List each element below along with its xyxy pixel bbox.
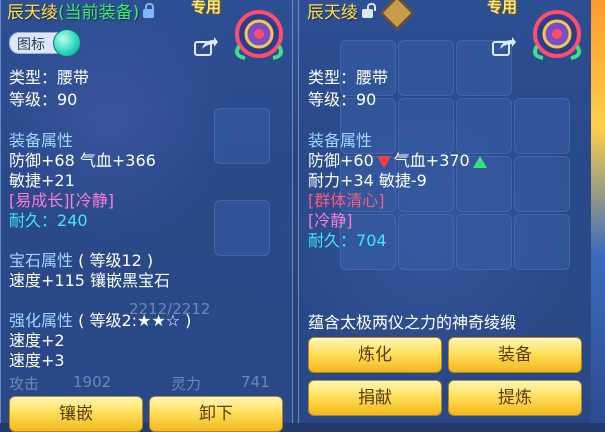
refine-button[interactable]: 炼化 [308,337,442,373]
gem-header-line: 宝石属性 ( 等级12 ) [9,251,153,271]
toggle-knob[interactable] [53,29,81,57]
lock-icon[interactable] [143,2,155,18]
exclusive-label: 专用 [191,0,222,16]
attack-label: 攻击 [9,375,40,393]
enhance-header-line: 强化属性 ( 等级2:★★☆ ) [9,311,191,331]
special-tag-1: [群体清心] [308,191,385,210]
decrease-arrow-icon [376,155,391,168]
enhance-level: ( 等级2:★★☆ ) [78,311,192,330]
gem-level: ( 等级12 ) [78,251,154,270]
attr-line-1: 防御+60 气血+370 [308,151,490,171]
durability-label: 耐久： [9,211,58,230]
attack-value: 1902 [73,373,112,391]
attr-line-1: 防御+68 气血+366 [9,151,156,170]
extract-button[interactable]: 提炼 [448,380,582,416]
durability-line: 耐久：704 [308,231,387,251]
gem-header: 宝石属性 [9,251,74,270]
item-title: 辰天绫 [307,0,414,30]
level-line: 等级：90 [9,90,78,109]
compare-item-tooltip: 辰天绫 专用 类型：腰带 等级：90 装备属性 防御+60 气血+370 耐力+3… [298,0,592,423]
attr-defense: 防御+60 [308,151,374,170]
donate-button[interactable]: 捐献 [308,380,442,416]
type-line: 类型：腰带 [308,68,389,87]
increase-arrow-icon [472,155,487,168]
inlay-button[interactable]: 镶嵌 [9,396,143,432]
unlock-icon[interactable] [362,2,376,18]
item-description: 蕴含太极两仪之力的神奇绫缎 [308,313,517,332]
icon-toggle-label: 图标 [17,37,45,53]
appraisal-badge-icon [380,0,414,30]
attr-line-2: 耐力+34 敏捷-9 [308,171,427,190]
equipped-item-tooltip: 辰天绫(当前装备) 专用 图标 类型：腰带 等级：90 装备属性 防御+68 气… [0,0,293,432]
special-tag-2: [冷静] [308,211,353,230]
equip-button[interactable]: 装备 [448,337,582,373]
exclusive-label: 专用 [487,0,518,16]
belt-item-icon [235,10,283,60]
share-icon[interactable] [492,36,516,56]
gem-line: 速度+115 镶嵌黑宝石 [9,271,171,290]
side-panel-edge [591,0,605,423]
durability-label: 耐久： [308,231,357,250]
equip-status: (当前装备) [58,3,140,23]
attr-hp: 气血+370 [393,151,470,170]
share-icon[interactable] [194,36,218,56]
item-name: 辰天绫 [7,3,58,23]
attr-line-2: 敏捷+21 [9,171,75,190]
enhance-line-1: 速度+2 [9,331,65,350]
special-tags: [易成长][冷静] [9,191,114,210]
item-title: 辰天绫(当前装备) [7,0,155,23]
belt-item-icon [533,10,581,60]
type-line: 类型：腰带 [9,68,90,87]
spirit-value: 741 [241,373,270,391]
spirit-label: 灵力 [171,375,202,393]
durability-line: 耐久：240 [9,211,88,231]
icon-toggle[interactable]: 图标 [9,29,81,57]
attr-header: 装备属性 [308,131,373,150]
enhance-header: 强化属性 [9,311,74,330]
durability-value: 704 [356,231,387,250]
attr-header: 装备属性 [9,131,74,150]
enhance-line-2: 速度+3 [9,351,65,370]
unequip-button[interactable]: 卸下 [149,396,283,432]
durability-value: 240 [57,211,88,230]
item-name: 辰天绫 [307,3,358,23]
level-line: 等级：90 [308,90,377,109]
